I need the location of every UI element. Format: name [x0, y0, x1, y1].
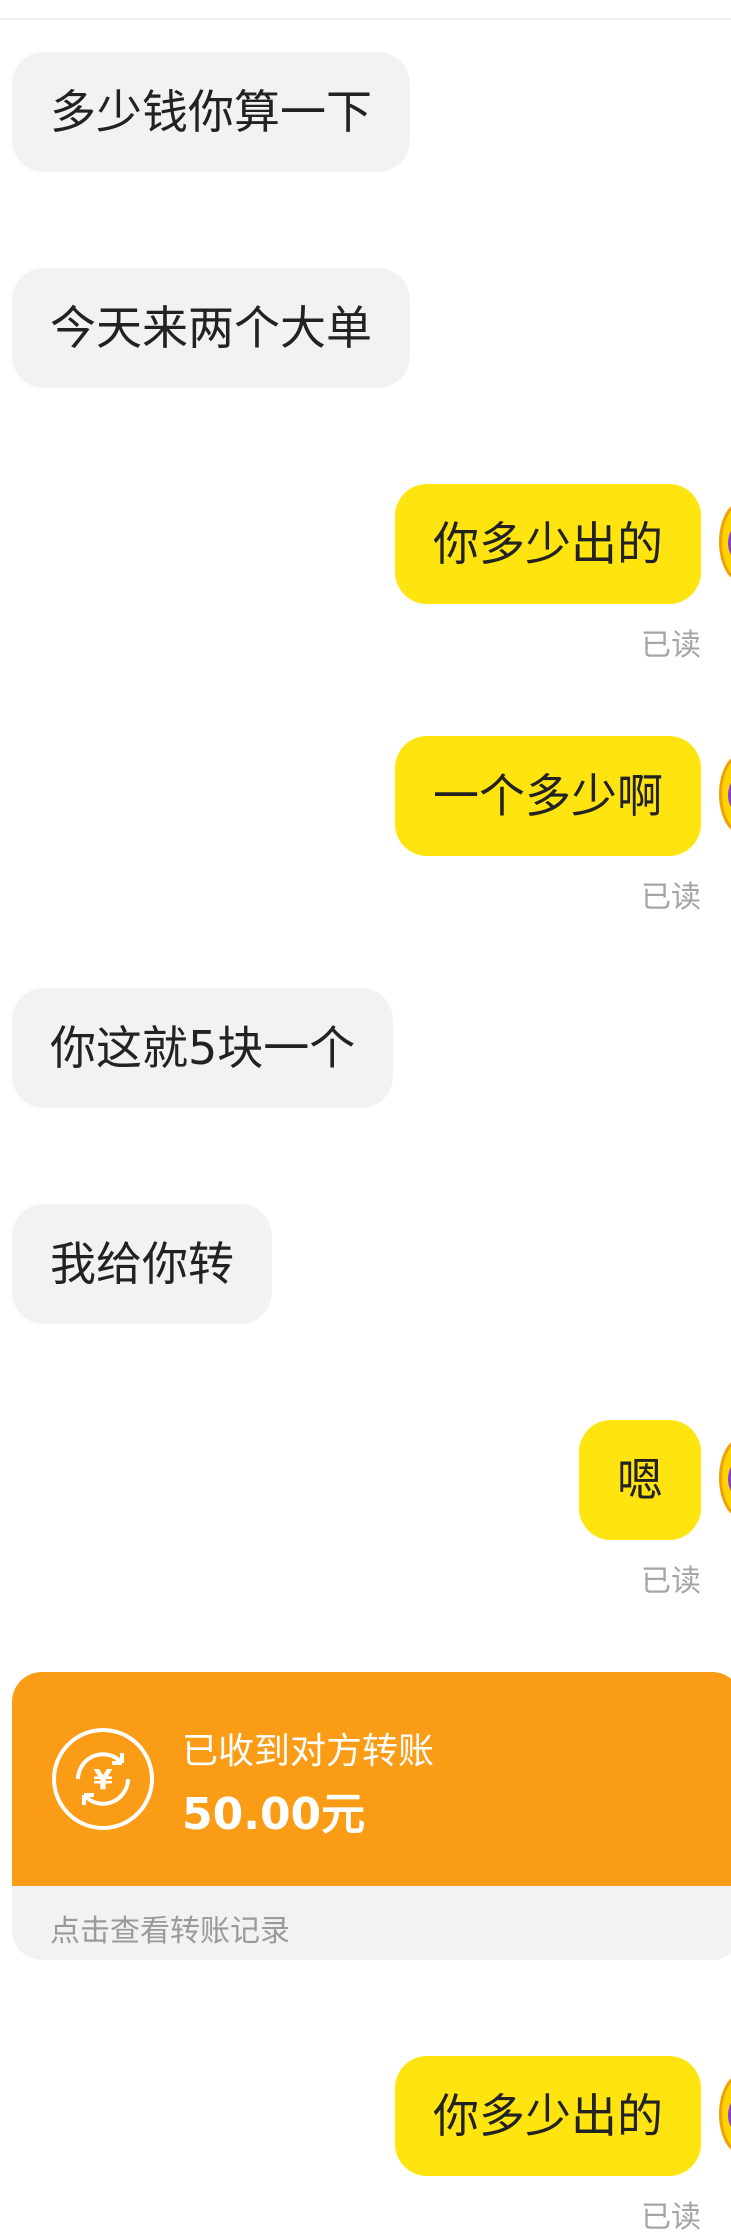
message-text: 你这就5块一个	[50, 1021, 356, 1075]
user-avatar[interactable]	[719, 754, 731, 834]
outgoing-message-bubble[interactable]: 你多少出的	[395, 484, 701, 604]
message-text: 一个多少啊	[433, 769, 663, 823]
message-text: 你多少出的	[433, 517, 663, 571]
top-divider	[0, 0, 731, 20]
incoming-message-bubble[interactable]: 你这就5块一个	[12, 988, 394, 1108]
incoming-message-bubble[interactable]: 我给你转	[12, 1204, 272, 1324]
message-text: 我给你转	[50, 1237, 234, 1291]
message-text: 嗯	[617, 1453, 663, 1507]
user-avatar[interactable]	[719, 1438, 731, 1518]
transfer-title: 已收到对方转账	[182, 1731, 435, 1772]
read-status: 已读	[641, 628, 701, 663]
yuan-exchange-icon: ¥	[52, 1728, 154, 1830]
svg-text:¥: ¥	[93, 1763, 113, 1796]
incoming-message-bubble[interactable]: 今天来两个大单	[12, 268, 410, 388]
message-text: 多少钱你算一下	[50, 85, 372, 139]
transfer-card[interactable]: ¥ 已收到对方转账 50.00元 点击查看转账记录	[12, 1672, 731, 1960]
read-status: 已读	[641, 2200, 701, 2235]
read-status: 已读	[641, 880, 701, 915]
message-text: 今天来两个大单	[50, 301, 372, 355]
transfer-amount: 50.00元	[182, 1789, 366, 1840]
user-avatar[interactable]	[719, 2074, 731, 2154]
read-status: 已读	[641, 1564, 701, 1599]
user-avatar[interactable]	[719, 502, 731, 582]
incoming-message-bubble[interactable]: 多少钱你算一下	[12, 52, 410, 172]
transfer-card-header: ¥ 已收到对方转账 50.00元	[12, 1672, 731, 1886]
message-text: 你多少出的	[433, 2089, 663, 2143]
outgoing-message-bubble[interactable]: 你多少出的	[395, 2056, 701, 2176]
outgoing-message-bubble[interactable]: 一个多少啊	[395, 736, 701, 856]
outgoing-message-bubble[interactable]: 嗯	[579, 1420, 701, 1540]
view-transfer-record-link[interactable]: 点击查看转账记录	[50, 1906, 290, 1950]
